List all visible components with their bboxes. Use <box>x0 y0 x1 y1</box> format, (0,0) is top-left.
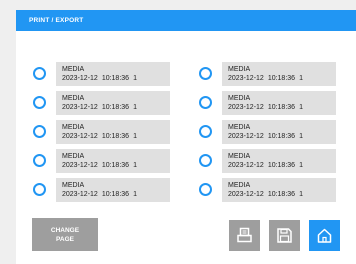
media-date: 2023-12-12 <box>62 162 98 169</box>
media-card[interactable]: MEDIA 2023-12-12 10:18:36 1 <box>56 120 170 144</box>
radio-button[interactable] <box>33 154 46 167</box>
media-date: 2023-12-12 <box>228 75 264 82</box>
media-card[interactable]: MEDIA 2023-12-12 10:18:36 1 <box>56 149 170 173</box>
media-time: 10:18:36 <box>101 191 130 198</box>
list-item[interactable]: MEDIA 2023-12-12 10:18:36 1 <box>33 149 193 173</box>
media-count: 1 <box>299 162 303 169</box>
print-icon <box>237 227 252 243</box>
media-card[interactable]: MEDIA 2023-12-12 10:18:36 1 <box>56 62 170 86</box>
home-icon <box>317 228 332 243</box>
print-export-panel: PRINT / EXPORT MEDIA 2023-12-12 10:18:36 1… <box>16 10 356 264</box>
media-date: 2023-12-12 <box>228 104 264 111</box>
media-time: 10:18:36 <box>267 104 296 111</box>
media-count: 1 <box>133 191 137 198</box>
media-label: MEDIA <box>62 182 85 189</box>
media-card[interactable]: MEDIA 2023-12-12 10:18:36 1 <box>222 91 336 115</box>
list-item[interactable]: MEDIA 2023-12-12 10:18:36 1 <box>33 178 193 202</box>
list-item[interactable]: MEDIA 2023-12-12 10:18:36 1 <box>33 91 193 115</box>
media-time: 10:18:36 <box>101 75 130 82</box>
radio-button[interactable] <box>33 96 46 109</box>
media-card[interactable]: MEDIA 2023-12-12 10:18:36 1 <box>222 120 336 144</box>
media-date: 2023-12-12 <box>228 162 264 169</box>
media-count: 1 <box>133 162 137 169</box>
media-label: MEDIA <box>62 95 85 102</box>
media-card[interactable]: MEDIA 2023-12-12 10:18:36 1 <box>222 149 336 173</box>
list-item[interactable]: MEDIA 2023-12-12 10:18:36 1 <box>199 178 356 202</box>
media-time: 10:18:36 <box>267 133 296 140</box>
panel-title: PRINT / EXPORT <box>16 10 356 31</box>
media-count: 1 <box>299 133 303 140</box>
radio-button[interactable] <box>199 96 212 109</box>
media-label: MEDIA <box>228 95 251 102</box>
media-label: MEDIA <box>228 182 251 189</box>
media-label: MEDIA <box>228 66 251 73</box>
media-label: MEDIA <box>62 153 85 160</box>
media-count: 1 <box>133 133 137 140</box>
media-label: MEDIA <box>228 124 251 131</box>
media-count: 1 <box>133 75 137 82</box>
media-time: 10:18:36 <box>267 191 296 198</box>
media-card[interactable]: MEDIA 2023-12-12 10:18:36 1 <box>222 178 336 202</box>
media-label: MEDIA <box>62 124 85 131</box>
media-date: 2023-12-12 <box>62 104 98 111</box>
radio-button[interactable] <box>199 183 212 196</box>
media-count: 1 <box>133 104 137 111</box>
media-date: 2023-12-12 <box>228 191 264 198</box>
print-button[interactable] <box>229 220 260 251</box>
radio-button[interactable] <box>199 154 212 167</box>
media-count: 1 <box>299 75 303 82</box>
media-count: 1 <box>299 104 303 111</box>
media-date: 2023-12-12 <box>228 133 264 140</box>
list-item[interactable]: MEDIA 2023-12-12 10:18:36 1 <box>199 120 356 144</box>
media-label: MEDIA <box>228 153 251 160</box>
media-date: 2023-12-12 <box>62 75 98 82</box>
change-page-button[interactable]: CHANGE PAGE <box>32 218 98 251</box>
change-page-label-line2: PAGE <box>56 236 74 243</box>
list-item[interactable]: MEDIA 2023-12-12 10:18:36 1 <box>199 91 356 115</box>
list-item[interactable]: MEDIA 2023-12-12 10:18:36 1 <box>33 62 193 86</box>
media-date: 2023-12-12 <box>62 133 98 140</box>
media-time: 10:18:36 <box>267 75 296 82</box>
radio-button[interactable] <box>199 125 212 138</box>
media-time: 10:18:36 <box>101 162 130 169</box>
media-date: 2023-12-12 <box>62 191 98 198</box>
save-icon <box>277 228 292 243</box>
change-page-label-line1: CHANGE <box>50 227 80 234</box>
media-card[interactable]: MEDIA 2023-12-12 10:18:36 1 <box>222 62 336 86</box>
media-time: 10:18:36 <box>267 162 296 169</box>
home-button[interactable] <box>309 220 340 251</box>
list-item[interactable]: MEDIA 2023-12-12 10:18:36 1 <box>199 62 356 86</box>
radio-button[interactable] <box>33 125 46 138</box>
media-time: 10:18:36 <box>101 133 130 140</box>
radio-button[interactable] <box>199 67 212 80</box>
media-time: 10:18:36 <box>101 104 130 111</box>
list-item[interactable]: MEDIA 2023-12-12 10:18:36 1 <box>199 149 356 173</box>
radio-button[interactable] <box>33 67 46 80</box>
media-card[interactable]: MEDIA 2023-12-12 10:18:36 1 <box>56 178 170 202</box>
radio-button[interactable] <box>33 183 46 196</box>
media-count: 1 <box>299 191 303 198</box>
save-button[interactable] <box>269 220 300 251</box>
list-item[interactable]: MEDIA 2023-12-12 10:18:36 1 <box>33 120 193 144</box>
media-label: MEDIA <box>62 66 85 73</box>
media-card[interactable]: MEDIA 2023-12-12 10:18:36 1 <box>56 91 170 115</box>
